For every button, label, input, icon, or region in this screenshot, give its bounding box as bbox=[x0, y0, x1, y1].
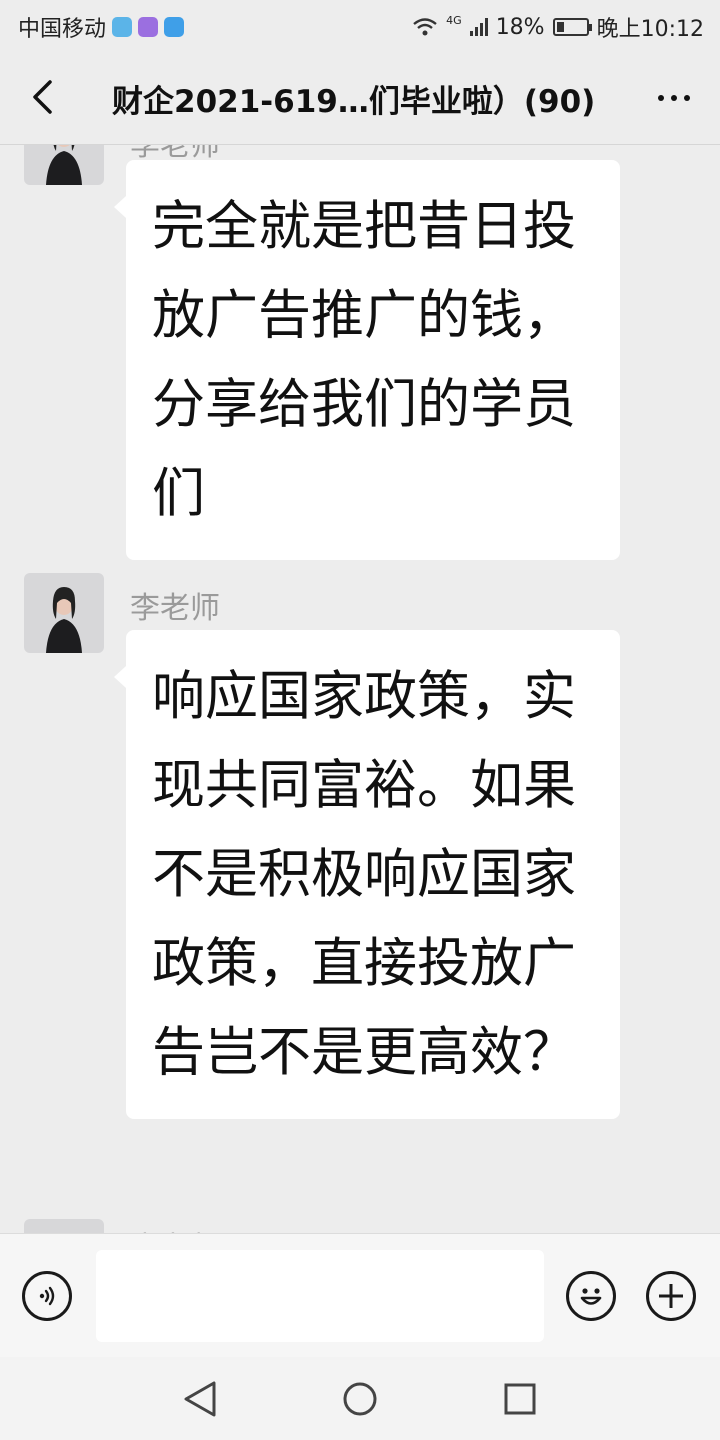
nav-recent-icon bbox=[504, 1383, 536, 1415]
message-input[interactable] bbox=[96, 1250, 544, 1342]
nav-home-icon bbox=[343, 1382, 377, 1416]
plus-button[interactable] bbox=[646, 1271, 696, 1321]
nav-home-button[interactable] bbox=[338, 1377, 382, 1421]
more-button[interactable] bbox=[650, 78, 698, 118]
sender-name: 李老师 bbox=[130, 591, 220, 626]
nav-back-button[interactable] bbox=[178, 1377, 222, 1421]
notification-app-icon bbox=[112, 17, 133, 37]
input-bar bbox=[0, 1233, 720, 1358]
nav-recent-button[interactable] bbox=[498, 1377, 542, 1421]
avatar-image bbox=[24, 145, 104, 185]
battery-icon bbox=[552, 18, 592, 36]
clock: 晚上10:12 bbox=[596, 17, 704, 42]
notification-app-icon bbox=[138, 17, 159, 37]
message-bubble[interactable]: 响应国家政策，实现共同富裕。如果不是积极响应国家政策，直接投放广告岂不是更高效？ bbox=[114, 630, 620, 1119]
notification-app-icon bbox=[164, 17, 185, 37]
status-right: 4G 18% 晚上10:12 bbox=[412, 11, 704, 43]
voice-button[interactable] bbox=[22, 1271, 72, 1321]
avatar-image bbox=[24, 1219, 104, 1233]
nav-back-icon bbox=[184, 1381, 216, 1417]
voice-icon bbox=[39, 1286, 55, 1306]
emoji-button[interactable] bbox=[566, 1271, 616, 1321]
avatar[interactable] bbox=[24, 145, 104, 185]
emoji-icon bbox=[580, 1288, 602, 1305]
message-list[interactable]: 李老师 完全就是把昔日投放广告推广的钱，分享给我们的学员们 李老师 响应国家政策… bbox=[0, 145, 720, 1233]
sender-name: 李老师 bbox=[130, 1223, 220, 1233]
chat-header: 财企2021-619…们毕业啦）(90) bbox=[0, 50, 720, 145]
status-left: 中国移动 bbox=[18, 11, 185, 43]
avatar[interactable] bbox=[24, 573, 104, 653]
avatar-image bbox=[24, 573, 104, 653]
system-nav-bar bbox=[0, 1357, 720, 1440]
status-bar: 中国移动 4G 18% 晚上10:12 bbox=[0, 0, 720, 50]
carrier-label: 中国移动 bbox=[18, 17, 107, 42]
battery-percent: 18% bbox=[495, 14, 545, 40]
message-bubble[interactable]: 完全就是把昔日投放广告推广的钱，分享给我们的学员们 bbox=[114, 160, 620, 560]
back-arrow-icon bbox=[33, 80, 52, 114]
more-icon bbox=[658, 95, 690, 101]
avatar[interactable] bbox=[24, 1219, 104, 1233]
chat-title: 财企2021-619…们毕业啦）(90) bbox=[112, 84, 596, 120]
signal-icon bbox=[469, 18, 488, 36]
wifi-icon bbox=[413, 18, 437, 36]
network-type-label: 4G bbox=[446, 13, 462, 27]
plus-icon bbox=[659, 1284, 683, 1308]
back-button[interactable] bbox=[22, 76, 62, 118]
